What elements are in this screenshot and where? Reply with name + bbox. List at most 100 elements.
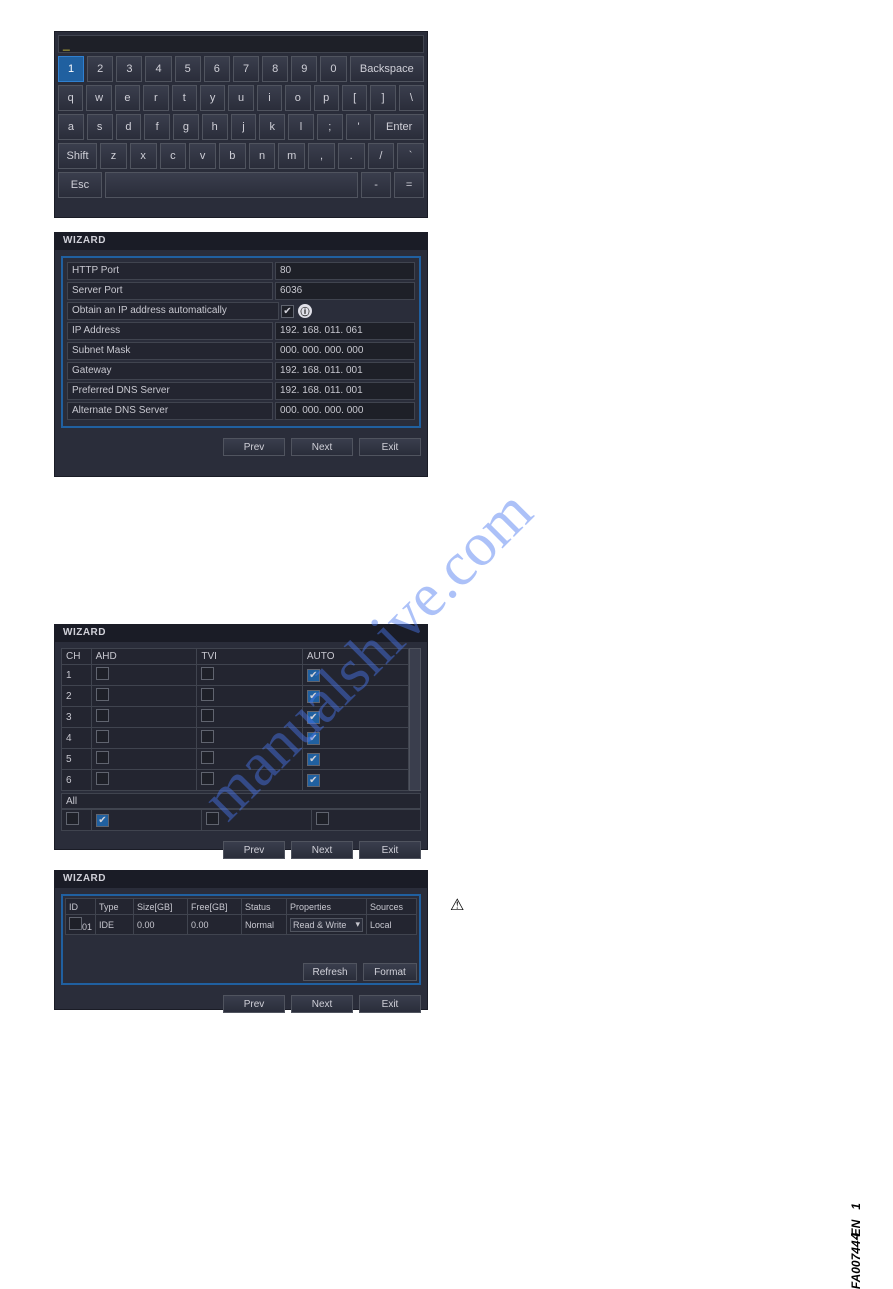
ahd-checkbox[interactable] [96,730,109,743]
key-w[interactable]: w [86,85,111,111]
ahd-checkbox[interactable] [96,688,109,701]
key-1[interactable]: 1 [58,56,84,82]
key-5[interactable]: 5 [175,56,201,82]
ahd-checkbox[interactable] [96,709,109,722]
key-q[interactable]: q [58,85,83,111]
ahd-checkbox[interactable] [96,667,109,680]
id-header: ID [66,899,96,915]
gateway-input[interactable]: 192. 168. 011. 001 [275,362,415,380]
auto-checkbox[interactable] [307,753,320,766]
all-ahd-checkbox[interactable] [96,814,109,827]
ahd-checkbox[interactable] [96,772,109,785]
format-button[interactable]: Format [363,963,417,981]
all-auto-checkbox[interactable] [316,812,329,825]
key-9[interactable]: 9 [291,56,317,82]
key-enter[interactable]: Enter [374,114,424,140]
scrollbar[interactable] [409,648,421,791]
key-m[interactable]: m [278,143,305,169]
tvi-checkbox[interactable] [201,730,214,743]
key-equals[interactable]: = [394,172,424,198]
tvi-checkbox[interactable] [201,772,214,785]
key-z[interactable]: z [100,143,127,169]
all-checkbox[interactable] [66,812,79,825]
key-j[interactable]: j [231,114,257,140]
key-period[interactable]: . [338,143,365,169]
key-minus[interactable]: - [361,172,391,198]
key-d[interactable]: d [116,114,142,140]
key-c[interactable]: c [160,143,187,169]
key-g[interactable]: g [173,114,199,140]
key-6[interactable]: 6 [204,56,230,82]
key-k[interactable]: k [259,114,285,140]
key-b[interactable]: b [219,143,246,169]
key-quote[interactable]: ' [346,114,372,140]
refresh-button[interactable]: Refresh [303,963,357,981]
key-bracket-close[interactable]: ] [370,85,395,111]
key-t[interactable]: t [172,85,197,111]
auto-checkbox[interactable] [307,711,320,724]
key-l[interactable]: l [288,114,314,140]
key-8[interactable]: 8 [262,56,288,82]
key-n[interactable]: n [249,143,276,169]
server-port-input[interactable]: 6036 [275,282,415,300]
exit-button[interactable]: Exit [359,995,421,1013]
key-backslash[interactable]: \ [399,85,424,111]
key-y[interactable]: y [200,85,225,111]
tvi-checkbox[interactable] [201,688,214,701]
tvi-checkbox[interactable] [201,667,214,680]
key-slash[interactable]: / [368,143,395,169]
ahd-checkbox[interactable] [96,751,109,764]
key-comma[interactable]: , [308,143,335,169]
key-s[interactable]: s [87,114,113,140]
exit-button[interactable]: Exit [359,841,421,859]
key-o[interactable]: o [285,85,310,111]
alternate-dns-input[interactable]: 000. 000. 000. 000 [275,402,415,420]
info-icon[interactable]: ⓘ [298,304,312,318]
key-4[interactable]: 4 [145,56,171,82]
key-space[interactable] [105,172,358,198]
auto-checkbox[interactable] [307,690,320,703]
key-u[interactable]: u [228,85,253,111]
next-button[interactable]: Next [291,438,353,456]
key-semicolon[interactable]: ; [317,114,343,140]
properties-select[interactable]: Read & Write ▾ [290,918,363,932]
key-bracket-open[interactable]: [ [342,85,367,111]
dhcp-checkbox[interactable] [281,305,294,318]
ip-address-input[interactable]: 192. 168. 011. 061 [275,322,415,340]
key-2[interactable]: 2 [87,56,113,82]
key-f[interactable]: f [144,114,170,140]
all-tvi-checkbox[interactable] [206,812,219,825]
prev-button[interactable]: Prev [223,841,285,859]
key-h[interactable]: h [202,114,228,140]
exit-button[interactable]: Exit [359,438,421,456]
key-backspace[interactable]: Backspace [350,56,424,82]
key-i[interactable]: i [257,85,282,111]
key-shift[interactable]: Shift [58,143,97,169]
tvi-checkbox[interactable] [201,751,214,764]
chevron-down-icon: ▾ [355,919,360,930]
subnet-mask-input[interactable]: 000. 000. 000. 000 [275,342,415,360]
keyboard-input[interactable]: _ [58,35,424,53]
key-e[interactable]: e [115,85,140,111]
auto-checkbox[interactable] [307,774,320,787]
next-button[interactable]: Next [291,995,353,1013]
tvi-checkbox[interactable] [201,709,214,722]
prev-button[interactable]: Prev [223,438,285,456]
prev-button[interactable]: Prev [223,995,285,1013]
auto-checkbox[interactable] [307,669,320,682]
key-esc[interactable]: Esc [58,172,102,198]
next-button[interactable]: Next [291,841,353,859]
key-backtick[interactable]: ` [397,143,424,169]
key-p[interactable]: p [314,85,339,111]
key-x[interactable]: x [130,143,157,169]
key-r[interactable]: r [143,85,168,111]
key-a[interactable]: a [58,114,84,140]
key-7[interactable]: 7 [233,56,259,82]
preferred-dns-input[interactable]: 192. 168. 011. 001 [275,382,415,400]
key-0[interactable]: 0 [320,56,346,82]
http-port-input[interactable]: 80 [275,262,415,280]
disk-checkbox[interactable] [69,917,82,930]
key-3[interactable]: 3 [116,56,142,82]
key-v[interactable]: v [189,143,216,169]
auto-checkbox[interactable] [307,732,320,745]
